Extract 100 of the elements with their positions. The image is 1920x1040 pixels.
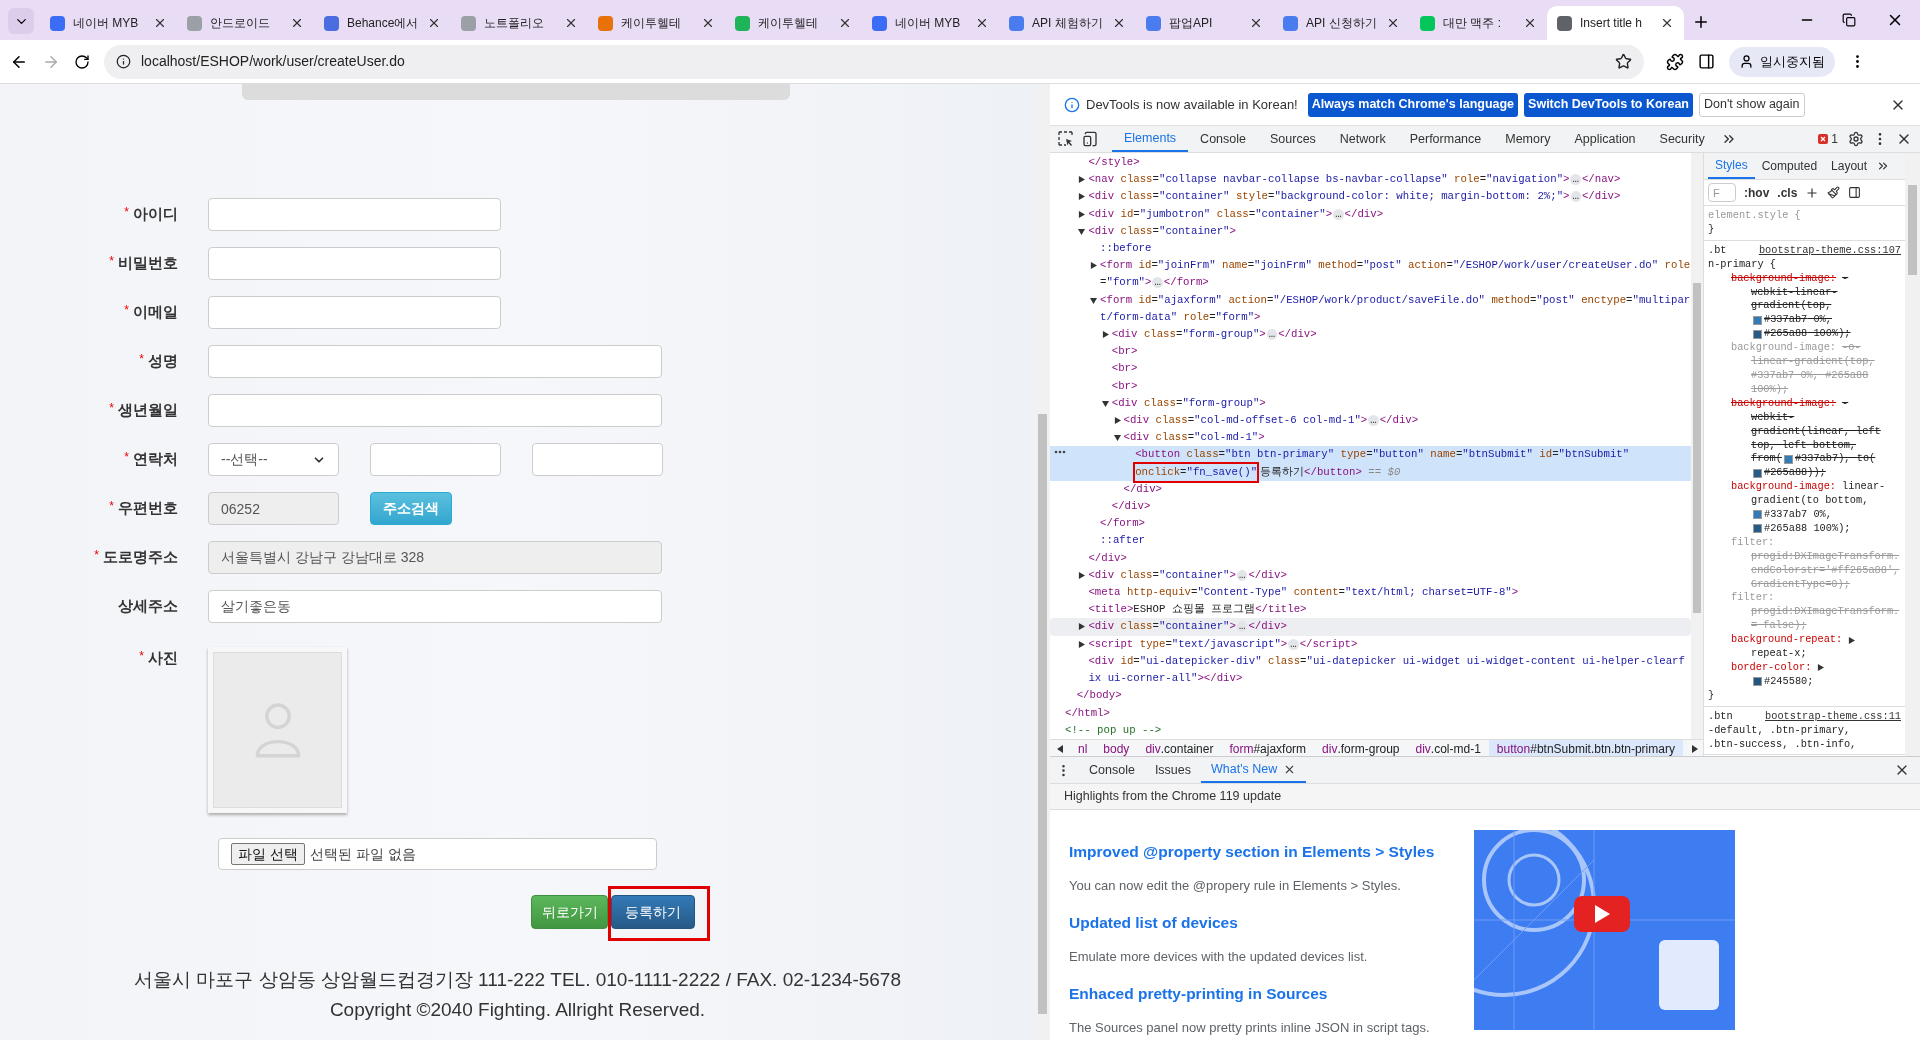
color-swatch[interactable]	[1753, 468, 1762, 478]
panel-tab[interactable]: Application	[1562, 126, 1648, 152]
input-field[interactable]	[208, 345, 662, 378]
browser-tab[interactable]: Insert title h	[1547, 6, 1684, 40]
drawer-tab[interactable]: Issues	[1144, 757, 1201, 783]
browser-tab[interactable]: 노트폴리오	[451, 6, 588, 40]
expand-triangle-icon[interactable]	[1078, 210, 1086, 218]
close-icon[interactable]	[838, 16, 852, 30]
panel-tab[interactable]: Network	[1327, 126, 1398, 152]
dom-node[interactable]: <nav class="collapse navbar-collapse bs-navbar-collapse" role="navigation">…</nav>	[1050, 171, 1691, 189]
style-toggle[interactable]: :hov	[1744, 183, 1770, 202]
scroll-right-icon[interactable]	[1691, 744, 1699, 753]
css-property[interactable]: background-image:	[1731, 396, 1837, 411]
style-toggle[interactable]: .cls	[1777, 183, 1798, 202]
collapse-triangle-icon[interactable]	[1101, 399, 1109, 407]
sidebar-icon[interactable]	[1848, 186, 1862, 199]
dom-node[interactable]: <div class="container">…</div>	[1050, 566, 1691, 585]
expand-triangle-icon[interactable]	[1078, 623, 1086, 631]
css-property[interactable]: background-image:	[1731, 271, 1837, 286]
feature-link[interactable]: Enhaced pretty-printing in Sources	[1069, 983, 1474, 1005]
site-info-icon[interactable]	[116, 54, 131, 69]
dom-node[interactable]: <div class="container">	[1050, 222, 1691, 240]
browser-tab[interactable]: 네이버 MYB	[40, 6, 177, 40]
bookmark-star-icon[interactable]	[1615, 53, 1632, 70]
dom-node[interactable]: <br>	[1050, 377, 1691, 395]
tab-search-button[interactable]	[8, 8, 34, 34]
close-icon[interactable]	[1112, 16, 1126, 30]
browser-tab[interactable]: API 체험하기	[999, 6, 1136, 40]
expand-triangle-icon[interactable]	[1078, 176, 1086, 184]
input-field[interactable]	[208, 247, 501, 280]
dom-node[interactable]: <meta http-equiv="Content-Type" content="text/html; charset=UTF-8">	[1050, 584, 1691, 602]
color-swatch[interactable]	[1753, 510, 1762, 520]
dom-node[interactable]: <div class="col-md-1">	[1050, 429, 1691, 447]
dom-node[interactable]: <form id="joinFrm" name="joinFrm" method="post" action="/ESHOP/work/user/createUser.do" role="form">…</form>	[1050, 257, 1691, 292]
input-field[interactable]	[532, 443, 663, 476]
inspect-icon[interactable]	[1058, 131, 1074, 147]
feature-link[interactable]: Improved @property section in Elements > Styles	[1069, 841, 1474, 863]
panel-tab[interactable]: Memory	[1493, 126, 1563, 152]
browser-tab[interactable]: 안드로이드	[177, 6, 314, 40]
browser-tab[interactable]: 케이투헬테	[725, 6, 862, 40]
color-swatch[interactable]	[1783, 454, 1793, 464]
color-swatch[interactable]	[1753, 524, 1762, 534]
close-icon[interactable]	[1386, 16, 1400, 30]
choose-file-button[interactable]: 파일 선택	[231, 843, 305, 865]
dom-node[interactable]: </style>	[1050, 154, 1691, 172]
expand-triangle-icon[interactable]	[1101, 331, 1109, 339]
device-toolbar-icon[interactable]	[1082, 131, 1098, 147]
panel-tab[interactable]: Security	[1647, 126, 1717, 152]
restore-icon[interactable]	[1842, 13, 1856, 27]
filter-field[interactable]: F	[1708, 183, 1736, 202]
dom-node[interactable]: <div class="container">…</div>	[1050, 618, 1691, 636]
input-field[interactable]	[370, 443, 501, 476]
browser-tab[interactable]: 대만 맥주 :	[1410, 6, 1547, 40]
dom-node[interactable]: <script type="text/javascript">…</script>	[1050, 635, 1691, 653]
dom-node[interactable]: <form id="ajaxform" action="/ESHOP/work/product/saveFile.do" method="post" enctype="multipart/form-data" role="form">	[1050, 291, 1691, 327]
dom-node[interactable]: <div id="ui-datepicker-div" class="ui-datepicker ui-widget ui-widget-content ui-helper-clearfix ui-corner-all"></div>	[1050, 652, 1691, 688]
breadcrumb[interactable]: div.col-md-1	[1407, 739, 1489, 758]
breadcrumb[interactable]: button#btnSubmit.btn.btn-primary	[1488, 739, 1683, 758]
dom-node[interactable]: <br>	[1050, 360, 1691, 378]
new-rule-icon[interactable]	[1805, 185, 1820, 200]
dom-node[interactable]: <div id="jumbotron" class="container">…</div>	[1050, 205, 1691, 223]
input-field[interactable]: 06252	[208, 492, 339, 525]
dom-node[interactable]: <br>	[1050, 343, 1691, 361]
input-field[interactable]: 서울특별시 강남구 강남대로 328	[208, 541, 662, 574]
breadcrumb[interactable]: body	[1095, 739, 1138, 758]
styles-tab[interactable]: Layout	[1824, 153, 1875, 179]
input-field[interactable]	[208, 296, 501, 329]
browser-tab[interactable]: 팝업API	[1136, 6, 1273, 40]
color-swatch[interactable]	[1753, 677, 1762, 687]
select-dropdown[interactable]: --선택--	[208, 443, 339, 476]
close-icon[interactable]	[153, 16, 167, 30]
infobar-button[interactable]: Switch DevTools to Korean	[1524, 92, 1693, 117]
expand-triangle-icon[interactable]	[1078, 640, 1086, 648]
styles-tab[interactable]: Styles	[1708, 153, 1755, 179]
browser-tab[interactable]: API 신청하기	[1273, 6, 1410, 40]
reload-icon[interactable]	[74, 53, 90, 70]
close-icon[interactable]	[975, 16, 989, 30]
collapse-triangle-icon[interactable]	[1090, 296, 1098, 304]
dom-node[interactable]: ::before	[1050, 240, 1691, 258]
source-link[interactable]: bootstrap-theme.css:11	[1765, 709, 1901, 724]
side-panel-icon[interactable]	[1698, 53, 1715, 70]
expand-triangle-icon[interactable]	[1090, 262, 1098, 270]
panel-tab[interactable]: Performance	[1397, 126, 1494, 152]
styles-tab[interactable]: Computed	[1754, 153, 1825, 179]
breadcrumb[interactable]: nl	[1070, 739, 1096, 758]
input-field[interactable]: 살기좋은동	[208, 590, 662, 623]
close-icon[interactable]	[1249, 16, 1263, 30]
input-field[interactable]	[208, 198, 501, 231]
color-swatch[interactable]	[1753, 329, 1762, 339]
dom-node[interactable]: <title>ESHOP 쇼핑몰 프로그램</title>	[1050, 601, 1691, 619]
dom-node[interactable]: <button class="btn btn-primary" type="button" name="btnSubmit" id="btnSubmit" onclick="fn_save()" 등록하기</button> == $0	[1050, 446, 1691, 481]
infobar-button[interactable]: Don't show again	[1699, 92, 1805, 117]
expand-triangle-icon[interactable]	[1078, 571, 1086, 579]
browser-tab[interactable]: Behance에서	[314, 6, 451, 40]
paint-icon[interactable]	[1827, 186, 1841, 199]
breadcrumb[interactable]: form#ajaxform	[1221, 739, 1315, 758]
dom-node[interactable]: ::after	[1050, 532, 1691, 550]
css-property[interactable]: border-color:	[1731, 661, 1812, 675]
close-icon[interactable]	[290, 16, 304, 30]
scroll-left-icon[interactable]	[1056, 744, 1064, 753]
